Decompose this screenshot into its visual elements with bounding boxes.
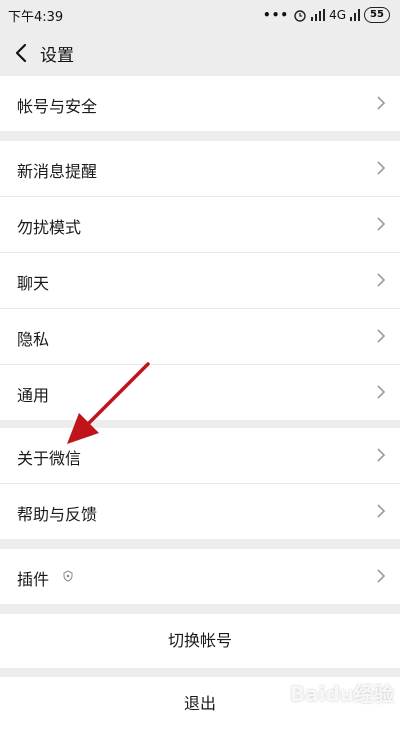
menu-item-do-not-disturb[interactable]: 勿扰模式 (0, 197, 400, 253)
battery-indicator: 55 (364, 7, 390, 23)
menu-item-label: 帮助与反馈 (17, 505, 98, 524)
menu-item-plugins[interactable]: 插件 (0, 549, 400, 604)
menu-item-label: 勿扰模式 (17, 218, 82, 237)
signal-icon (311, 9, 326, 21)
menu-item-label: 聊天 (17, 274, 50, 293)
menu-item-privacy[interactable]: 隐私 (0, 309, 400, 365)
menu-item-label: 隐私 (17, 330, 50, 349)
menu-item-about-wechat[interactable]: 关于微信 (0, 428, 400, 484)
status-time: 下午4:39 (8, 10, 64, 25)
chevron-right-icon (377, 161, 386, 175)
menu-item-chat[interactable]: 聊天 (0, 253, 400, 309)
chevron-right-icon (377, 329, 386, 343)
chevron-right-icon (377, 273, 386, 287)
alarm-icon (294, 10, 306, 22)
status-icons: ••• 4G 55 (263, 6, 390, 24)
chevron-right-icon (377, 217, 386, 231)
status-bar: 下午4:39 ••• 4G 55 (0, 0, 400, 30)
chevron-right-icon (377, 96, 386, 110)
menu-item-new-message[interactable]: 新消息提醒 (0, 141, 400, 197)
settings-group-general: 新消息提醒 勿扰模式 聊天 隐私 通用 (0, 141, 400, 420)
menu-item-account-security[interactable]: 帐号与安全 (0, 76, 400, 131)
menu-item-label: 插件 (17, 570, 50, 589)
menu-item-label: 帐号与安全 (17, 97, 98, 116)
menu-item-label: 通用 (17, 386, 50, 405)
chevron-right-icon (377, 569, 386, 583)
menu-item-label: 新消息提醒 (17, 162, 98, 181)
settings-group-account: 帐号与安全 (0, 76, 400, 131)
chevron-right-icon (377, 448, 386, 462)
back-arrow-icon[interactable] (12, 42, 32, 64)
plugin-shield-icon (63, 570, 73, 582)
menu-item-general[interactable]: 通用 (0, 365, 400, 420)
switch-account-button[interactable]: 切换帐号 (0, 614, 400, 668)
nav-bar: 设置 (0, 30, 400, 76)
chevron-right-icon (377, 504, 386, 518)
watermark-logo: Baidu经验 (289, 682, 394, 706)
menu-item-label: 关于微信 (17, 449, 82, 468)
page-title: 设置 (40, 46, 74, 66)
signal-icon-2 (350, 9, 360, 21)
chevron-right-icon (377, 385, 386, 399)
menu-item-help-feedback[interactable]: 帮助与反馈 (0, 484, 400, 539)
settings-group-about: 关于微信 帮助与反馈 (0, 428, 400, 539)
notification-dots: ••• (263, 8, 290, 22)
network-type: 4G (329, 8, 346, 22)
settings-group-plugins: 插件 (0, 549, 400, 604)
